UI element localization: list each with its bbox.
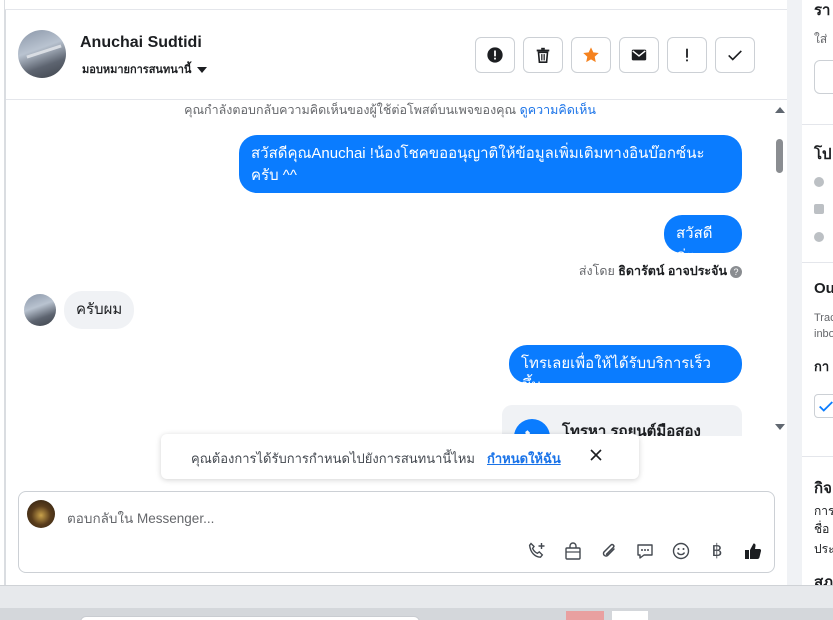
divider: [802, 456, 833, 457]
view-comment-link[interactable]: ดูความคิดเห็น: [520, 103, 596, 117]
exclamation-icon: [686, 48, 688, 62]
assign-dropdown[interactable]: มอบหมายการสนทนานี้: [82, 60, 208, 78]
delete-button[interactable]: [523, 37, 563, 73]
message-thread: คุณกำลังตอบกลับความคิดเห็นของผู้ใช้ต่อโพ…: [6, 101, 774, 436]
location-pin-icon: [814, 232, 824, 242]
incoming-message: ครับผม: [64, 291, 135, 329]
taskbar-app[interactable]: [612, 611, 648, 620]
assign-prompt: คุณต้องการได้รับการกำหนดไปยังการสนทนานี้…: [161, 434, 639, 479]
assign-label: มอบหมายการสนทนานี้: [82, 64, 192, 76]
scroll-up-arrow-icon[interactable]: [775, 107, 785, 113]
alert-circle-icon: [487, 47, 503, 63]
sender-name: ธิดารัตน์ อาจประจัน: [618, 264, 727, 278]
composer-tools: ฿: [526, 540, 764, 562]
panel-input[interactable]: [814, 60, 833, 94]
contact-avatar-small: [24, 294, 56, 326]
panel-text: inbo: [814, 328, 833, 340]
briefcase-icon: [814, 204, 824, 214]
sent-by-prefix: ส่งโดย: [578, 264, 615, 278]
taskbar-app[interactable]: [566, 611, 604, 620]
page-avatar: [27, 500, 55, 528]
shopping-bag-icon[interactable]: [562, 540, 584, 562]
outgoing-message: โทรเลยเพื่อให้ได้รับบริการเร็วขึ้น: [509, 345, 742, 394]
contact-avatar[interactable]: [18, 30, 66, 78]
action-toolbar: [475, 37, 755, 73]
panel-subheading: กา: [814, 359, 830, 374]
contact-name[interactable]: Anuchai Sudtidi: [80, 34, 202, 52]
panel-text: ชื่อ: [814, 522, 830, 536]
speech-bubble-icon[interactable]: [634, 540, 656, 562]
thread-scrollbar[interactable]: [773, 101, 787, 436]
panel-heading: โป: [814, 146, 832, 163]
panel-hint: ใส่: [814, 32, 828, 46]
close-icon[interactable]: [588, 447, 604, 463]
divider: [802, 262, 833, 263]
phone-plus-icon[interactable]: [526, 540, 548, 562]
star-icon: [583, 47, 599, 63]
call-card[interactable]: โทรหา รถยนต์มือสอง: [502, 405, 742, 436]
notice-text: คุณกำลังตอบกลับความคิดเห็นของผู้ใช้ต่อโพ…: [184, 103, 517, 117]
sent-by-label: ส่งโดย ธิดารัตน์ อาจประจัน?: [579, 261, 742, 281]
panel-text: Trac: [814, 312, 833, 324]
mark-done-button[interactable]: [715, 37, 755, 73]
panel-gap: [787, 0, 802, 585]
assign-to-me-link[interactable]: กำหนดให้ฉัน: [487, 448, 561, 469]
outgoing-message: สวัสดีคุณAnuchai !น้องโชคขออนุญาติให้ข้อ…: [239, 135, 742, 193]
panel-text: ประ: [814, 542, 833, 556]
reply-notice: คุณกำลังตอบกลับความคิดเห็นของผู้ใช้ต่อโพ…: [6, 101, 774, 119]
check-icon: [819, 401, 833, 412]
conversation-panel: Anuchai Sudtidi มอบหมายการสนทนานี้ คุณกำ…: [5, 10, 788, 585]
smiley-icon[interactable]: [670, 540, 692, 562]
divider: [802, 124, 833, 125]
thumbs-up-icon[interactable]: [742, 540, 764, 562]
reply-input[interactable]: ตอบกลับใน Messenger...: [67, 507, 214, 529]
follow-up-button[interactable]: [667, 37, 707, 73]
chevron-down-icon: [197, 67, 208, 74]
panel-heading: สภ: [814, 574, 833, 585]
os-taskbar: [0, 585, 833, 620]
scroll-thumb[interactable]: [776, 139, 783, 173]
app-window: Anuchai Sudtidi มอบหมายการสนทนานี้ คุณกำ…: [0, 0, 833, 608]
paperclip-icon[interactable]: [598, 540, 620, 562]
panel-text: การ: [814, 504, 833, 518]
envelope-icon: [631, 49, 647, 61]
scroll-down-arrow-icon[interactable]: [775, 424, 785, 430]
reply-composer: ตอบกลับใน Messenger... ฿: [18, 491, 775, 573]
outgoing-message: สวัสดีค่ะ: [664, 215, 742, 264]
conversation-header: Anuchai Sudtidi มอบหมายการสนทนานี้: [6, 10, 788, 100]
panel-heading: กิจ: [814, 480, 832, 497]
panel-heading: Ou: [814, 280, 833, 297]
mark-unread-button[interactable]: [619, 37, 659, 73]
contact-details-panel: รา ใส่ โป Ou Trac inbo กา กิจ การ ชื่อ ป…: [802, 0, 833, 585]
panel-heading: รา: [814, 2, 831, 19]
assign-prompt-text: คุณต้องการได้รับการกำหนดไปยังการสนทนานี้…: [191, 451, 475, 466]
trash-icon: [536, 47, 550, 64]
taskbar-search[interactable]: [80, 616, 420, 620]
clock-icon: [814, 177, 824, 187]
check-icon: [728, 50, 742, 61]
top-border: [5, 0, 787, 10]
baht-icon[interactable]: ฿: [706, 540, 728, 562]
mark-spam-button[interactable]: [475, 37, 515, 73]
help-icon[interactable]: ?: [730, 265, 742, 278]
checkbox[interactable]: [814, 394, 833, 418]
star-button[interactable]: [571, 37, 611, 73]
